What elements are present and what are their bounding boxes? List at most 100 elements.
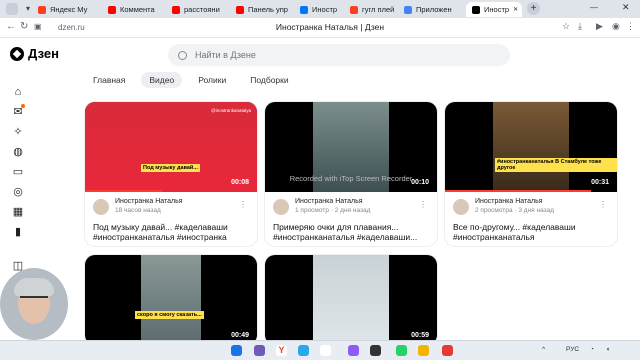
download-icon[interactable]: ⤓	[578, 21, 582, 32]
video-card[interactable]: Под музыку давай... @inostrankanatalya 00:…	[85, 102, 257, 246]
video-caption: Под музыку давай...	[141, 164, 200, 172]
browser-tab[interactable]: Яндекс Му	[38, 2, 104, 17]
telegram-icon[interactable]	[298, 345, 309, 356]
menu-icon[interactable]: ⋮	[626, 21, 635, 32]
video-thumbnail[interactable]: #иностранканаталья В Стамбуле тоже друго…	[445, 102, 617, 192]
dzen-logo[interactable]: Дзен	[10, 46, 59, 61]
browser-tab[interactable]: Иностр ✕	[466, 2, 522, 17]
video-stats: 1 просмотр · 2 дня назад	[295, 207, 371, 214]
tab-favicon-icon	[350, 5, 358, 14]
tab-main[interactable]: Главная	[85, 72, 133, 88]
back-icon[interactable]: ←	[6, 21, 16, 32]
coin-icon[interactable]: ◎	[12, 186, 24, 198]
video-thumbnail[interactable]: Под музыку давай... @inostrankanatalya 00:…	[85, 102, 257, 192]
tab-favicon-icon	[236, 5, 244, 14]
tab-list-icon[interactable]: ▾	[26, 4, 30, 13]
subscriptions-icon[interactable]: ✉	[12, 104, 25, 118]
browser-menu-icon[interactable]	[6, 3, 18, 15]
home-icon[interactable]: ⌂	[12, 86, 24, 98]
game-icon[interactable]: ◍	[12, 146, 24, 158]
video-handle: @inostrankanatalya	[211, 108, 251, 113]
browser-tab[interactable]: Приложен	[404, 2, 462, 17]
tab-collections[interactable]: Подборки	[242, 72, 296, 88]
author-avatar[interactable]	[93, 199, 109, 215]
bookmark-icon[interactable]: ☆	[562, 21, 570, 32]
video-title[interactable]: Под музыку давай... #каделаваши #иностра…	[93, 222, 253, 242]
lock-icon: ▣	[34, 22, 42, 31]
video-card[interactable]: #иностранканаталья В Стамбуле тоже друго…	[445, 102, 617, 246]
tab-label: Иностр	[484, 5, 510, 14]
more-options-icon[interactable]: ⋮	[419, 200, 427, 209]
tab-video[interactable]: Видео	[141, 72, 183, 88]
capcut-icon[interactable]	[370, 345, 381, 356]
more-options-icon[interactable]: ⋮	[599, 200, 607, 209]
browser-tab[interactable]: Панель упр	[236, 2, 298, 17]
browser-tab-bar: ▾ Яндекс Му Коммента расстояни Панель упр Ин…	[0, 0, 640, 18]
video-duration: 00:49	[231, 332, 249, 339]
more-options-icon[interactable]: ⋮	[239, 200, 247, 209]
recorder-icon[interactable]	[442, 345, 453, 356]
video-thumbnail[interactable]: Recorded with iTop Screen Recorder 00:10	[265, 102, 437, 192]
video-title[interactable]: Все по-другому... #каделаваши #иностранк…	[453, 222, 613, 242]
compass-icon[interactable]: ✧	[12, 126, 24, 138]
bookmark-side-icon[interactable]: ▮	[12, 226, 24, 238]
grid-icon[interactable]: ▦	[12, 206, 24, 218]
tab-shorts[interactable]: Ролики	[190, 72, 234, 88]
author-name[interactable]: Иностранка Наталья	[295, 198, 363, 205]
dzen-logo-icon	[10, 46, 24, 61]
close-window-button[interactable]: ✕	[622, 2, 630, 13]
search-input[interactable]	[195, 50, 475, 60]
new-tab-button[interactable]: +	[527, 2, 540, 15]
video-frame	[493, 102, 569, 192]
tab-label: Иностр	[312, 5, 338, 14]
video-frame	[141, 255, 201, 345]
video-card[interactable]: Recorded with iTop Screen Recorder 00:10 И…	[265, 102, 437, 246]
tab-label: Коммента	[120, 5, 155, 14]
app-icon[interactable]	[254, 345, 265, 356]
video-caption: #иностранканаталья В Стамбуле тоже друго…	[495, 158, 617, 172]
minimize-button[interactable]: —	[590, 3, 598, 12]
video-thumbnail[interactable]: 00:59	[265, 255, 437, 345]
app2-icon[interactable]	[348, 345, 359, 356]
browser-tab[interactable]: Коммента	[108, 2, 170, 17]
author-name[interactable]: Иностранка Наталья	[115, 198, 183, 205]
video-caption: скоро я смогу сказать...	[135, 311, 204, 319]
video-title[interactable]: Примеряю очки для плавания... #иностранк…	[273, 222, 433, 242]
webcam-overlay	[0, 268, 68, 340]
url-field[interactable]: dzen.ru	[58, 21, 238, 35]
search-box[interactable]	[168, 44, 510, 66]
browser-tab[interactable]: гугл плей	[350, 2, 402, 17]
volume-icon[interactable]: ◖	[606, 346, 610, 353]
account-icon[interactable]: ◉	[612, 21, 620, 32]
tab-favicon-icon	[38, 5, 46, 14]
video-duration: 00:59	[411, 332, 429, 339]
folder-icon[interactable]	[418, 345, 429, 356]
video-card[interactable]: скоро я смогу сказать... 00:49	[85, 255, 257, 345]
author-avatar[interactable]	[273, 199, 289, 215]
video-frame	[313, 255, 389, 345]
book-icon[interactable]: ▭	[12, 166, 24, 178]
author-avatar[interactable]	[453, 199, 469, 215]
address-bar: ← ↻ ▣ dzen.ru Иностранка Наталья | Дзен …	[0, 18, 640, 38]
whatsapp-icon[interactable]	[396, 345, 407, 356]
close-tab-icon[interactable]: ✕	[513, 6, 518, 13]
tab-favicon-icon	[300, 5, 308, 14]
yandex-icon[interactable]: Y	[276, 345, 287, 356]
webcam-hair	[14, 278, 54, 296]
store-icon[interactable]	[320, 345, 331, 356]
tab-label: расстояни	[184, 5, 220, 14]
search-icon	[178, 50, 187, 60]
video-thumbnail[interactable]: скоро я смогу сказать... 00:49	[85, 255, 257, 345]
start-icon[interactable]	[231, 345, 242, 356]
video-card[interactable]: 00:59	[265, 255, 437, 345]
author-name[interactable]: Иностранка Наталья	[475, 198, 543, 205]
wifi-icon[interactable]: ◔	[590, 346, 594, 353]
browser-tab[interactable]: Иностр	[300, 2, 348, 17]
language-indicator[interactable]: РУС	[566, 346, 579, 353]
refresh-icon[interactable]: ↻	[20, 21, 28, 32]
browser-tab[interactable]: расстояни	[172, 2, 234, 17]
media-icon[interactable]: ▶	[596, 21, 603, 32]
tray-up-icon[interactable]: ^	[542, 346, 545, 353]
webcam-glasses	[20, 296, 48, 302]
video-meta: Иностранка Наталья 2 просмотра · 3 дня на…	[445, 192, 617, 246]
